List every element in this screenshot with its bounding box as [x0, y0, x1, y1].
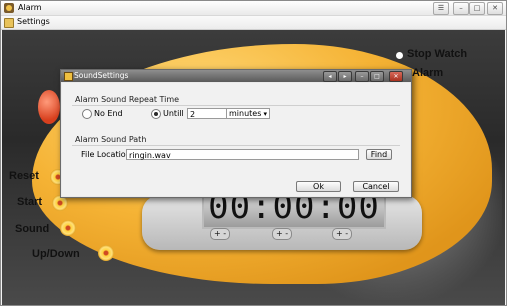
alarm-mode-label[interactable]: Alarm: [412, 67, 443, 79]
repeat-unit-select[interactable]: minutes ▾: [226, 108, 270, 119]
until-radio[interactable]: [151, 109, 161, 119]
ok-button[interactable]: Ok: [296, 181, 341, 192]
menu-bar: Settings: [1, 16, 506, 30]
clock-display: 00:00:00: [202, 187, 386, 229]
window-title: Alarm: [18, 3, 42, 12]
second-adjust-buttons[interactable]: + -: [332, 228, 353, 240]
path-group-title: Alarm Sound Path: [75, 135, 147, 144]
dialog-title-bar[interactable]: SoundSettings ◂ ▸ – □ ✕: [61, 70, 411, 82]
start-label: Start: [17, 196, 43, 208]
dialog-back-button[interactable]: ◂: [323, 71, 337, 82]
maximize-button[interactable]: □: [469, 2, 485, 15]
repeat-group-divider: [72, 105, 400, 106]
stopwatch-label[interactable]: Stop Watch: [407, 48, 467, 60]
sound-settings-dialog: SoundSettings ◂ ▸ – □ ✕ Alarm Sound Repe…: [60, 69, 412, 198]
dialog-title: SoundSettings: [74, 71, 129, 80]
settings-menu-icon: [4, 18, 14, 28]
stopwatch-radio-dot[interactable]: [396, 52, 403, 59]
dialog-app-icon: [64, 72, 73, 81]
chevron-down-icon: ▾: [263, 110, 267, 118]
window-menu-button[interactable]: ☰: [433, 2, 449, 15]
dialog-close-button[interactable]: ✕: [389, 71, 403, 82]
until-label[interactable]: Untill: [163, 109, 184, 118]
menu-item-settings[interactable]: Settings: [17, 17, 50, 26]
sound-label: Sound: [15, 223, 50, 235]
path-group-divider: [72, 145, 400, 146]
file-location-input[interactable]: ringin.wav: [126, 149, 359, 160]
dialog-forward-button[interactable]: ▸: [338, 71, 352, 82]
minimize-button[interactable]: –: [453, 2, 469, 15]
alarm-app-icon: [4, 3, 14, 13]
dialog-maximize-button[interactable]: □: [370, 71, 384, 82]
title-bar[interactable]: Alarm ☰ – □ ✕: [1, 1, 506, 16]
red-snooze-tab: [38, 90, 60, 124]
find-button[interactable]: Find: [366, 149, 392, 160]
close-button[interactable]: ✕: [487, 2, 503, 15]
reset-label: Reset: [9, 170, 39, 182]
up-down-flower-icon[interactable]: [98, 245, 114, 261]
dialog-body: Alarm Sound Repeat Time No End Untill 2 …: [62, 83, 410, 196]
no-end-label[interactable]: No End: [94, 109, 123, 118]
repeat-unit-value: minutes: [229, 109, 262, 118]
dialog-minimize-button[interactable]: –: [355, 71, 369, 82]
cancel-button[interactable]: Cancel: [353, 181, 399, 192]
hour-adjust-buttons[interactable]: + -: [210, 228, 231, 240]
up-down-label: Up/Down: [32, 248, 80, 260]
sound-flower-icon[interactable]: [60, 220, 76, 236]
repeat-group-title: Alarm Sound Repeat Time: [75, 95, 180, 104]
minute-adjust-buttons[interactable]: + -: [272, 228, 293, 240]
no-end-radio[interactable]: [82, 109, 92, 119]
file-location-label: File Location: [81, 150, 131, 159]
